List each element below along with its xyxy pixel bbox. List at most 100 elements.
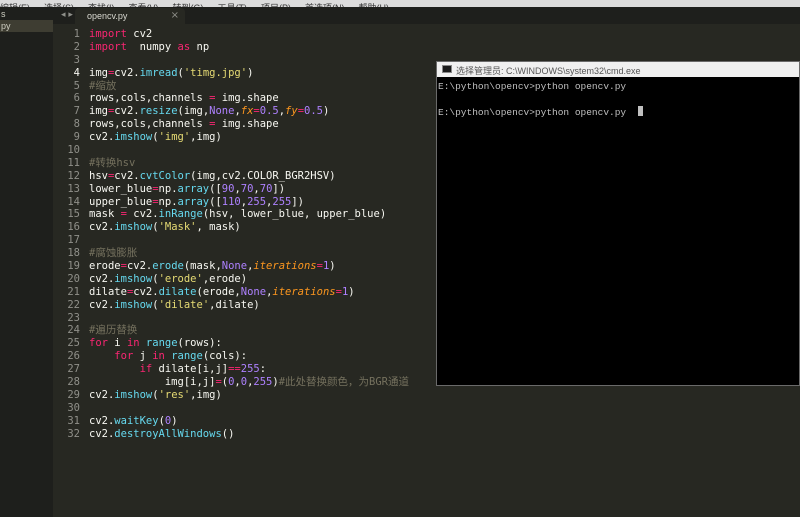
code-token: in xyxy=(152,350,165,363)
code-token: np xyxy=(190,40,210,53)
tab-nav-arrows-icon[interactable]: ◂ ▸ xyxy=(61,10,73,20)
code-line[interactable]: cv2.destroyAllWindows() xyxy=(89,428,409,441)
line-number: 25 xyxy=(67,337,80,350)
sidebar-item[interactable]: s xyxy=(0,7,53,20)
code-token: img xyxy=(89,66,108,79)
code-token: destroyAllWindows xyxy=(114,427,222,440)
code-token: array xyxy=(177,182,210,195)
line-number: 24 xyxy=(67,324,80,337)
code-token: imshow xyxy=(114,221,153,234)
code-token: cv2. xyxy=(114,169,140,182)
line-number: 18 xyxy=(67,247,80,260)
code-line[interactable]: #转换hsv xyxy=(89,157,409,170)
close-icon[interactable]: × xyxy=(171,10,179,21)
code-token: ) xyxy=(329,260,336,273)
code-token: if xyxy=(139,363,153,376)
code-token: 70 xyxy=(240,182,254,195)
cmd-line: E:\python\opencv>python opencv.py xyxy=(438,81,799,94)
code-line[interactable]: #腐蚀膨胀 xyxy=(89,247,409,260)
code-token: numpy xyxy=(126,40,178,53)
code-token: mask xyxy=(89,208,121,221)
code-token: ([ xyxy=(209,195,222,208)
code-token: i xyxy=(107,337,127,350)
code-line[interactable] xyxy=(89,402,409,415)
code-line[interactable]: img=cv2.resize(img,None,fx=0.5,fy=0.5) xyxy=(89,105,409,118)
code-token: (cols): xyxy=(202,350,248,363)
cmd-title-bar[interactable]: 选择管理员: C:\WINDOWS\system32\cmd.exe xyxy=(437,62,799,77)
code-line[interactable]: cv2.imshow('dilate',dilate) xyxy=(89,299,409,312)
cmd-output[interactable]: E:\python\opencv>python opencv.py E:\pyth… xyxy=(437,77,799,119)
code-line[interactable] xyxy=(89,234,409,247)
line-number: 13 xyxy=(67,182,80,195)
cmd-line-text: E:\python\opencv>python opencv.py xyxy=(438,107,638,119)
line-number: 23 xyxy=(67,311,80,324)
code-line[interactable]: cv2.imshow('img',img) xyxy=(89,131,409,144)
tab-opencv-py[interactable]: opencv.py × xyxy=(75,8,185,24)
code-line[interactable]: lower_blue=np.array([90,70,70]) xyxy=(89,183,409,196)
line-number: 15 xyxy=(67,208,80,221)
code-line[interactable] xyxy=(89,312,409,325)
code-token: 255 xyxy=(240,363,260,376)
code-line[interactable]: dilate=cv2.dilate(erode,None,iterations=… xyxy=(89,286,409,299)
code-line[interactable]: rows,cols,channels = img.shape xyxy=(89,118,409,131)
line-number: 8 xyxy=(73,118,80,131)
code-line[interactable]: cv2.waitKey(0) xyxy=(89,415,409,428)
code-token: 'erode' xyxy=(158,272,203,285)
cmd-title: 选择管理员: C:\WINDOWS\system32\cmd.exe xyxy=(456,66,641,76)
code-token: cv2. xyxy=(89,388,115,401)
code-line[interactable]: for j in range(cols): xyxy=(89,350,409,363)
code-line[interactable]: cv2.imshow('Mask', mask) xyxy=(89,221,409,234)
code-token: img.shape xyxy=(215,92,279,105)
code-line[interactable]: import cv2 xyxy=(89,28,409,41)
code-token: (erode, xyxy=(196,285,241,298)
code-token: (img, xyxy=(177,105,210,118)
code-line[interactable] xyxy=(89,144,409,157)
code-line[interactable]: #缩放 xyxy=(89,80,409,93)
code-token: 'Mask' xyxy=(158,221,197,234)
code-line[interactable]: img=cv2.imread('timg.jpg') xyxy=(89,67,409,80)
code-line[interactable] xyxy=(89,54,409,67)
cmd-window[interactable]: 选择管理员: C:\WINDOWS\system32\cmd.exe E:\py… xyxy=(436,61,800,386)
code-token: waitKey xyxy=(114,414,159,427)
code-token: cv2. xyxy=(114,66,140,79)
line-number: 7 xyxy=(73,105,80,118)
code-line[interactable]: import numpy as np xyxy=(89,41,409,54)
code-token: cv2. xyxy=(133,285,159,298)
code-token: imshow xyxy=(114,131,153,144)
code-token: dilate[i,j] xyxy=(152,363,229,376)
code-line[interactable]: upper_blue=np.array([110,255,255]) xyxy=(89,196,409,209)
code-token: inRange xyxy=(158,208,203,221)
code-line[interactable]: rows,cols,channels = img.shape xyxy=(89,92,409,105)
code-line[interactable]: for i in range(rows): xyxy=(89,337,409,350)
code-token: rows,cols,channels xyxy=(89,92,210,105)
code-token: , mask) xyxy=(196,221,241,234)
line-number: 31 xyxy=(67,414,80,427)
code-token: #此处替换颜色，为BGR通道 xyxy=(278,376,409,389)
sidebar-item-selected[interactable]: py xyxy=(0,20,53,32)
code-line[interactable]: cv2.imshow('erode',erode) xyxy=(89,273,409,286)
line-number: 14 xyxy=(67,195,80,208)
code-token: erode xyxy=(89,260,121,273)
code-line[interactable]: erode=cv2.erode(mask,None,iterations=1) xyxy=(89,260,409,273)
code-line[interactable]: hsv=cv2.cvtColor(img,cv2.COLOR_BGR2HSV) xyxy=(89,170,409,183)
code-area[interactable]: import cv2 import numpy as np img=cv2.imre… xyxy=(89,28,409,441)
code-token: : xyxy=(259,363,267,376)
code-line[interactable]: #遍历替换 xyxy=(89,324,409,337)
code-token: imread xyxy=(139,66,178,79)
code-line[interactable]: mask = cv2.inRange(hsv, lower_blue, uppe… xyxy=(89,208,409,221)
code-token: rows,cols,channels xyxy=(89,118,210,131)
code-line[interactable]: img[i,j]=(0,0,255)#此处替换颜色，为BGR通道 xyxy=(89,376,409,389)
code-token: cv2. xyxy=(89,272,115,285)
code-token: fx xyxy=(240,105,254,118)
code-line[interactable]: if dilate[i,j]==255: xyxy=(89,363,409,376)
cmd-line xyxy=(438,94,799,107)
code-token: cv2. xyxy=(89,131,115,144)
code-token: imshow xyxy=(114,272,153,285)
code-line[interactable]: cv2.imshow('res',img) xyxy=(89,389,409,402)
line-number: 20 xyxy=(67,272,80,285)
tab-bar: ◂ ▸ opencv.py × xyxy=(53,7,800,24)
line-number: 26 xyxy=(67,350,80,363)
code-token: 110 xyxy=(221,195,241,208)
